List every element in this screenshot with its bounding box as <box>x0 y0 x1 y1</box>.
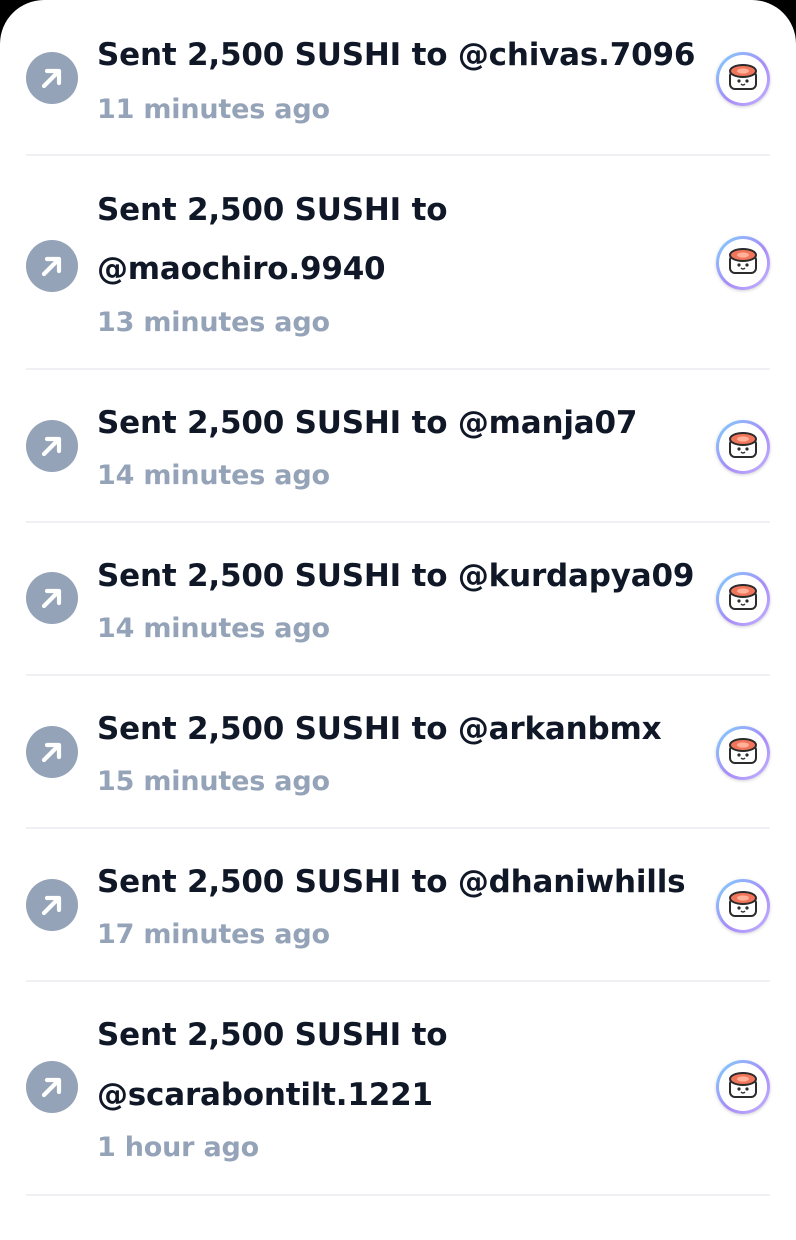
activity-sheet: Sent 2,500 SUSHI to @chivas.7096 11 minu… <box>0 0 796 1240</box>
transaction-time: 11 minutes ago <box>97 94 330 125</box>
arrow-up-right-icon <box>26 420 78 472</box>
row-divider <box>26 1194 770 1196</box>
arrow-up-right-icon <box>26 1061 78 1113</box>
transaction-time: 14 minutes ago <box>97 460 330 491</box>
sushi-token-icon <box>716 1060 770 1114</box>
transaction-time: 15 minutes ago <box>97 766 330 797</box>
transaction-recipient: @scarabontilt.1221 <box>97 1077 433 1113</box>
transaction-title: Sent 2,500 SUSHI to @chivas.7096 <box>97 37 696 73</box>
transaction-row[interactable]: Sent 2,500 SUSHI to @dhaniwhills 17 minu… <box>26 829 770 980</box>
transaction-title: Sent 2,500 SUSHI to @kurdapya09 <box>97 558 695 594</box>
arrow-up-right-icon <box>26 879 78 931</box>
arrow-up-right-icon <box>26 726 78 778</box>
transaction-row[interactable]: Sent 2,500 SUSHI to @manja07 14 minutes … <box>26 370 770 521</box>
sushi-token-icon <box>716 879 770 933</box>
transaction-title: Sent 2,500 SUSHI to @dhaniwhills <box>97 864 686 900</box>
transaction-title: Sent 2,500 SUSHI to <box>97 192 448 228</box>
transaction-title: Sent 2,500 SUSHI to <box>97 1017 448 1053</box>
sushi-token-icon <box>716 52 770 106</box>
transaction-title: Sent 2,500 SUSHI to @arkanbmx <box>97 711 662 747</box>
transaction-row[interactable]: Sent 2,500 SUSHI to @chivas.7096 11 minu… <box>26 0 770 155</box>
transaction-time: 13 minutes ago <box>97 307 330 338</box>
transaction-row[interactable]: Sent 2,500 SUSHI to @maochiro.9940 13 mi… <box>26 156 770 368</box>
sushi-token-icon <box>716 236 770 290</box>
arrow-up-right-icon <box>26 52 78 104</box>
transaction-time: 1 hour ago <box>97 1132 259 1163</box>
transaction-row[interactable]: Sent 2,500 SUSHI to @scarabontilt.1221 1… <box>26 982 770 1194</box>
transaction-time: 17 minutes ago <box>97 919 330 950</box>
transaction-time: 14 minutes ago <box>97 613 330 644</box>
sushi-token-icon <box>716 572 770 626</box>
transaction-title: Sent 2,500 SUSHI to @manja07 <box>97 405 638 441</box>
transaction-row[interactable]: Sent 2,500 SUSHI to @kurdapya09 14 minut… <box>26 523 770 674</box>
sushi-token-icon <box>716 420 770 474</box>
arrow-up-right-icon <box>26 572 78 624</box>
sushi-token-icon <box>716 726 770 780</box>
transaction-row[interactable]: Sent 2,500 SUSHI to @arkanbmx 15 minutes… <box>26 676 770 827</box>
transaction-recipient: @maochiro.9940 <box>97 251 386 287</box>
arrow-up-right-icon <box>26 240 78 292</box>
